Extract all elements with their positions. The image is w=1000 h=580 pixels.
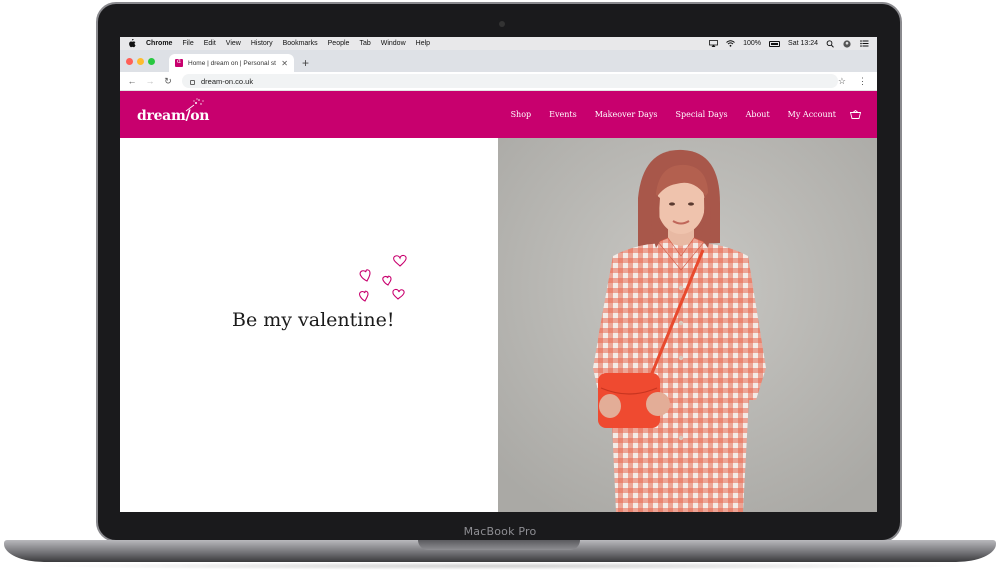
site-nav: Shop Events Makeover Days Special Days A… [493, 91, 861, 138]
menu-people[interactable]: People [328, 40, 350, 47]
browser-toolbar: ← → ↻ dream-on.co.uk ☆ ⋮ [120, 72, 877, 91]
basket-icon[interactable] [850, 110, 861, 119]
nav-events[interactable]: Events [549, 110, 577, 119]
laptop-shadow [30, 562, 970, 570]
menu-window[interactable]: Window [381, 40, 406, 47]
hero-text-panel: Be my valentine! [120, 138, 498, 512]
macos-menubar: Chrome File Edit View History Bookmarks … [120, 37, 877, 50]
nav-special-days[interactable]: Special Days [676, 110, 728, 119]
close-tab-icon[interactable]: ✕ [281, 59, 288, 68]
menu-file[interactable]: File [182, 40, 193, 47]
search-icon[interactable] [826, 40, 835, 48]
clock[interactable]: Sat 13:24 [788, 40, 818, 47]
nav-makeover-days[interactable]: Makeover Days [595, 110, 658, 119]
minimize-window-button[interactable] [137, 57, 144, 65]
menu-view[interactable]: View [226, 40, 241, 47]
window-controls [120, 50, 159, 72]
hero-photo [498, 138, 877, 512]
camera [499, 21, 505, 27]
forward-arrow-icon[interactable]: → [144, 76, 156, 86]
bookmark-star-icon[interactable]: ☆ [838, 76, 846, 87]
address-bar[interactable]: dream-on.co.uk [182, 74, 838, 88]
model-photo-image [498, 138, 877, 512]
airplay-icon[interactable] [709, 40, 719, 47]
tab-title: Home | dream on | Personal st [188, 59, 276, 67]
user-avatar-icon[interactable] [843, 40, 852, 48]
reload-icon[interactable]: ↻ [162, 76, 174, 87]
screen: Chrome File Edit View History Bookmarks … [120, 37, 877, 512]
menu-edit[interactable]: Edit [204, 40, 216, 47]
hero-title: Be my valentine! [232, 309, 395, 331]
nav-my-account[interactable]: My Account [788, 110, 836, 119]
menu-history[interactable]: History [251, 40, 273, 47]
site-favicon-icon [175, 58, 183, 67]
hearts-icon [359, 254, 407, 302]
new-tab-button[interactable]: + [302, 54, 309, 72]
lock-icon [190, 79, 195, 85]
menu-app-name[interactable]: Chrome [146, 40, 172, 47]
apple-icon[interactable] [128, 38, 136, 48]
wifi-icon[interactable] [726, 40, 735, 47]
nav-shop[interactable]: Shop [511, 110, 532, 119]
tab-strip: Home | dream on | Personal st ✕ + [120, 50, 877, 72]
browser-tab[interactable]: Home | dream on | Personal st ✕ [169, 54, 294, 72]
laptop-notch [418, 540, 580, 550]
site-header: dream/on Shop Events Makeover Days Speci… [120, 91, 877, 138]
device-label: MacBook Pro [463, 525, 537, 538]
sparkle-icon [185, 98, 204, 112]
notification-center-icon[interactable] [860, 40, 869, 47]
nav-about[interactable]: About [746, 110, 770, 119]
battery-percent: 100% [743, 40, 762, 47]
zoom-window-button[interactable] [148, 57, 155, 65]
menu-bookmarks[interactable]: Bookmarks [283, 40, 318, 47]
url-text[interactable]: dream-on.co.uk [201, 77, 253, 86]
menu-help[interactable]: Help [416, 40, 430, 47]
menu-tab[interactable]: Tab [359, 40, 370, 47]
back-arrow-icon[interactable]: ← [126, 76, 138, 86]
battery-icon[interactable] [769, 40, 781, 47]
close-window-button[interactable] [126, 57, 133, 65]
browser-menu-icon[interactable]: ⋮ [858, 76, 867, 87]
